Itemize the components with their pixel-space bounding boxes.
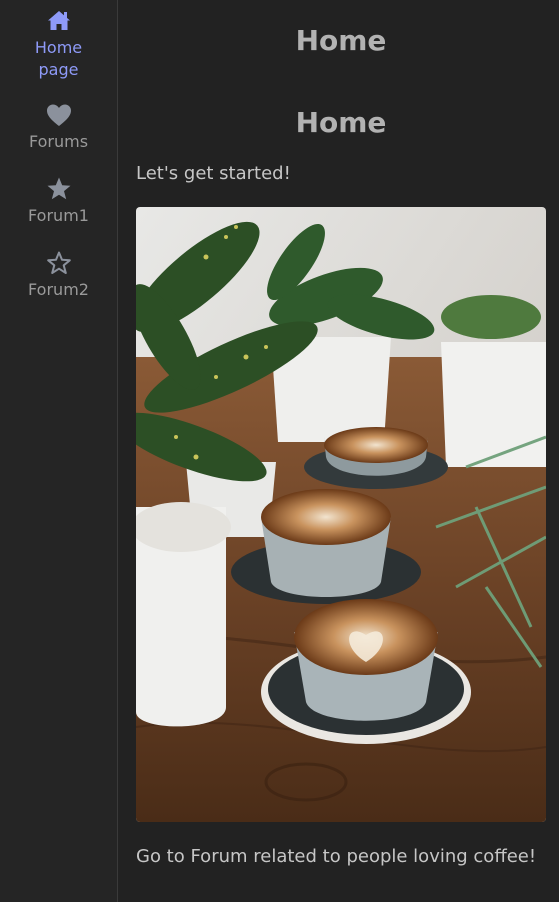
star-filled-icon: [45, 176, 73, 202]
heart-icon: [45, 102, 73, 128]
sidebar-item-label: Forum1: [28, 206, 89, 225]
sidebar-item-label: Home page: [0, 37, 117, 81]
forum-link[interactable]: Go to Forum related to people loving cof…: [136, 846, 536, 867]
app-window: Home page Forums Forum1 Forum2 Home Home…: [0, 0, 559, 902]
sidebar-item-forum2[interactable]: Forum2: [0, 250, 117, 301]
section-title: Home: [295, 106, 387, 139]
sidebar-item-home[interactable]: Home page: [0, 8, 117, 81]
sidebar-item-forum1[interactable]: Forum1: [0, 176, 117, 227]
sidebar-item-label-line1: Home: [34, 38, 83, 57]
sidebar-item-label: Forums: [28, 132, 89, 151]
home-icon: [45, 8, 73, 34]
coffee-photo: [136, 207, 546, 822]
sidebar-item-label-line2: page: [38, 60, 79, 79]
star-outline-icon: [45, 250, 73, 276]
intro-text: Let's get started!: [136, 163, 291, 184]
main-content: Home Home Let's get started! Go to Forum…: [118, 0, 559, 902]
sidebar-item-label: Forum2: [28, 280, 89, 299]
page-title: Home: [295, 24, 387, 57]
sidebar-item-forums[interactable]: Forums: [0, 102, 117, 153]
sidebar: Home page Forums Forum1 Forum2: [0, 0, 118, 902]
